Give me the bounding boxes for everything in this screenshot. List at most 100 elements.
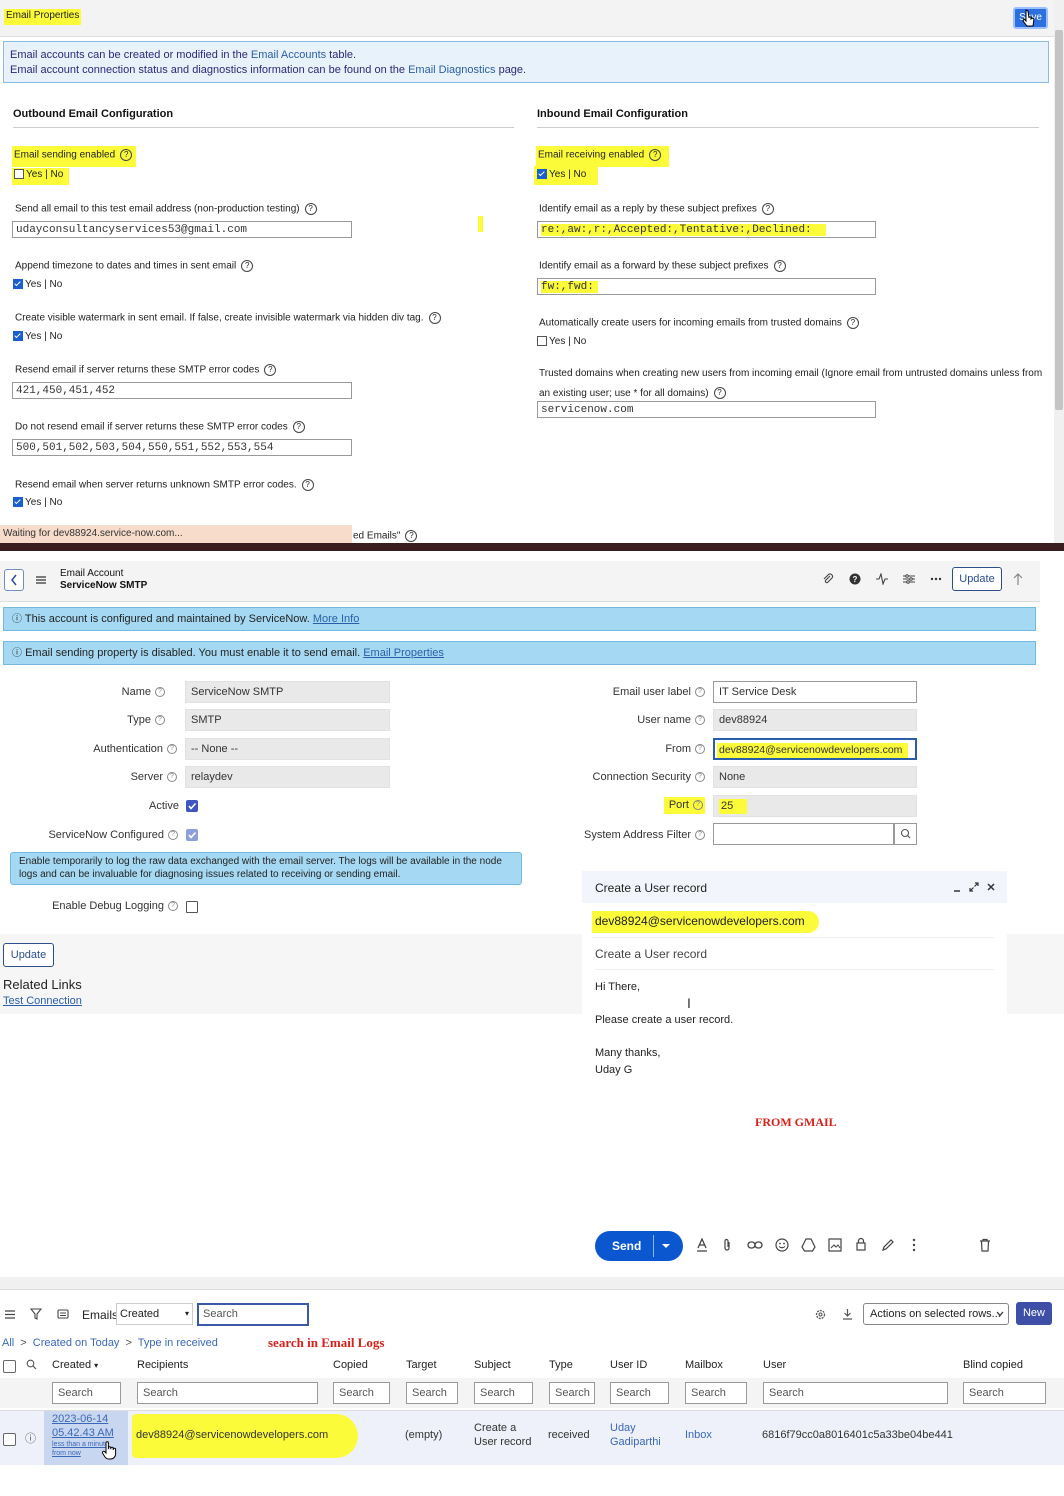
email-receiving-enabled-toggle[interactable]: Yes | No [534,166,599,185]
search-user-id[interactable]: Search [610,1382,669,1404]
expand-icon[interactable] [969,882,979,892]
user-id-line-1[interactable]: Uday [610,1422,636,1434]
filter-icon[interactable] [30,1308,42,1320]
more-info-link[interactable]: More Info [313,613,359,625]
email-sending-enabled-toggle[interactable]: Yes | No [12,168,70,185]
activity-icon[interactable] [876,573,888,585]
col-blind-copied[interactable]: Blind copied [963,1359,1023,1371]
search-created[interactable]: Search [52,1382,121,1404]
search-target[interactable]: Search [406,1382,458,1404]
active-checkbox[interactable] [186,800,198,812]
col-copied[interactable]: Copied [333,1359,368,1371]
image-icon[interactable] [828,1238,842,1252]
receiving-enabled-checkbox[interactable] [537,169,547,180]
row-checkbox[interactable] [3,1433,16,1446]
list-search-input[interactable]: Search [197,1303,309,1326]
minimize-icon[interactable] [953,884,961,892]
forward-prefix-input[interactable]: fw:,fwd: [537,278,876,295]
settings-sliders-icon[interactable] [903,573,915,585]
drive-icon[interactable] [801,1238,816,1252]
more-vertical-icon[interactable] [912,1238,916,1252]
emoji-icon[interactable] [775,1238,789,1252]
bottom-update-button[interactable]: Update [3,943,54,967]
search-type[interactable]: Search [549,1382,595,1404]
user-id-line-2[interactable]: Gadiparthi [610,1436,661,1448]
created-time[interactable]: 05.42.43 AM [52,1427,114,1439]
search-columns-icon[interactable] [26,1359,37,1370]
new-button[interactable]: New [1016,1302,1052,1325]
link-icon[interactable] [747,1240,763,1250]
arrow-up-icon[interactable] [1012,572,1024,586]
compose-to-field[interactable]: dev88924@servicenowdevelopers.com [592,911,994,938]
gear-icon[interactable] [815,1309,826,1320]
attachment-icon[interactable] [822,573,834,586]
email-properties-link[interactable]: Email Properties [363,647,444,659]
test-email-input[interactable]: udayconsultancyservices53@gmail.com [12,221,352,238]
more-options-icon[interactable] [930,577,942,581]
help-circle-icon[interactable]: ? [849,573,861,585]
resend-codes-input[interactable]: 421,450,451,452 [12,382,352,399]
search-subject[interactable]: Search [474,1382,533,1404]
back-button[interactable] [4,569,24,591]
col-subject[interactable]: Subject [474,1359,511,1371]
select-all-checkbox[interactable] [3,1360,16,1373]
filter-field-select[interactable]: Created ▾ [116,1303,193,1325]
menu-icon[interactable] [36,575,46,585]
actions-select[interactable]: Actions on selected rows... [863,1303,1009,1325]
created-date[interactable]: 2023-06-14 [52,1413,108,1425]
table-row[interactable]: ⓘ 2023-06-14 05.42.43 AM less than a min… [0,1410,1064,1465]
trash-icon[interactable] [979,1238,991,1252]
chevron-down-icon[interactable] [662,1242,670,1250]
watermark-toggle[interactable]: Yes | No [13,331,62,342]
col-type[interactable]: Type [549,1359,573,1371]
compose-body[interactable]: Hi There, Please create a user record. M… [595,979,994,1219]
group-icon[interactable] [57,1309,69,1319]
type-field[interactable]: SMTP [185,709,390,731]
scrollbar[interactable] [1054,0,1064,543]
mailbox-cell[interactable]: Inbox [685,1429,712,1441]
col-user[interactable]: User [763,1359,786,1371]
close-icon[interactable] [986,882,996,892]
port-field[interactable]: 25 [713,795,917,817]
search-copied[interactable]: Search [333,1382,390,1404]
sending-enabled-checkbox[interactable] [14,169,24,180]
attach-icon[interactable] [721,1238,733,1252]
breadcrumb-all[interactable]: All [2,1337,14,1349]
reply-prefix-input[interactable]: re:,aw:,r:,Accepted:,Tentative:,Declined… [537,221,876,238]
name-field[interactable]: ServiceNow SMTP [185,681,390,703]
search-recipients[interactable]: Search [137,1382,318,1404]
user-name-field[interactable]: dev88924 [713,709,917,731]
unknown-codes-checkbox[interactable] [13,497,23,508]
auto-create-toggle[interactable]: Yes | No [537,336,586,347]
auto-create-checkbox[interactable] [537,336,547,347]
compose-subject-field[interactable]: Create a User record [595,947,994,970]
noresend-codes-input[interactable]: 500,501,502,503,504,550,551,552,553,554 [12,439,352,456]
search-blind-copied[interactable]: Search [963,1382,1046,1404]
col-recipients[interactable]: Recipients [137,1359,188,1371]
text-format-icon[interactable] [695,1238,709,1252]
col-user-id[interactable]: User ID [610,1359,647,1371]
col-target[interactable]: Target [406,1359,437,1371]
download-icon[interactable] [842,1308,853,1320]
authentication-field[interactable]: -- None -- [185,738,390,760]
connection-security-field[interactable]: None [713,766,917,788]
watermark-checkbox[interactable] [13,331,23,342]
servicenow-configured-checkbox[interactable] [186,829,198,841]
server-field[interactable]: relaydev [185,766,390,788]
timezone-toggle[interactable]: Yes | No [13,279,62,290]
unknown-codes-toggle[interactable]: Yes | No [13,497,62,508]
system-address-filter-field[interactable] [713,823,894,845]
row-info-icon[interactable]: ⓘ [25,1430,36,1446]
timezone-checkbox[interactable] [13,279,23,290]
col-mailbox[interactable]: Mailbox [685,1359,723,1371]
send-button[interactable]: Send [595,1231,683,1261]
trusted-domains-input[interactable]: servicenow.com [537,401,876,418]
lock-clock-icon[interactable] [855,1237,869,1252]
list-menu-icon[interactable] [5,1310,15,1319]
lookup-button[interactable] [894,823,917,845]
col-created[interactable]: Created ▾ [52,1359,98,1371]
email-user-label-field[interactable]: IT Service Desk [713,681,917,703]
search-mailbox[interactable]: Search [685,1382,747,1404]
search-user[interactable]: Search [763,1382,948,1404]
test-connection-link[interactable]: Test Connection [3,995,82,1007]
